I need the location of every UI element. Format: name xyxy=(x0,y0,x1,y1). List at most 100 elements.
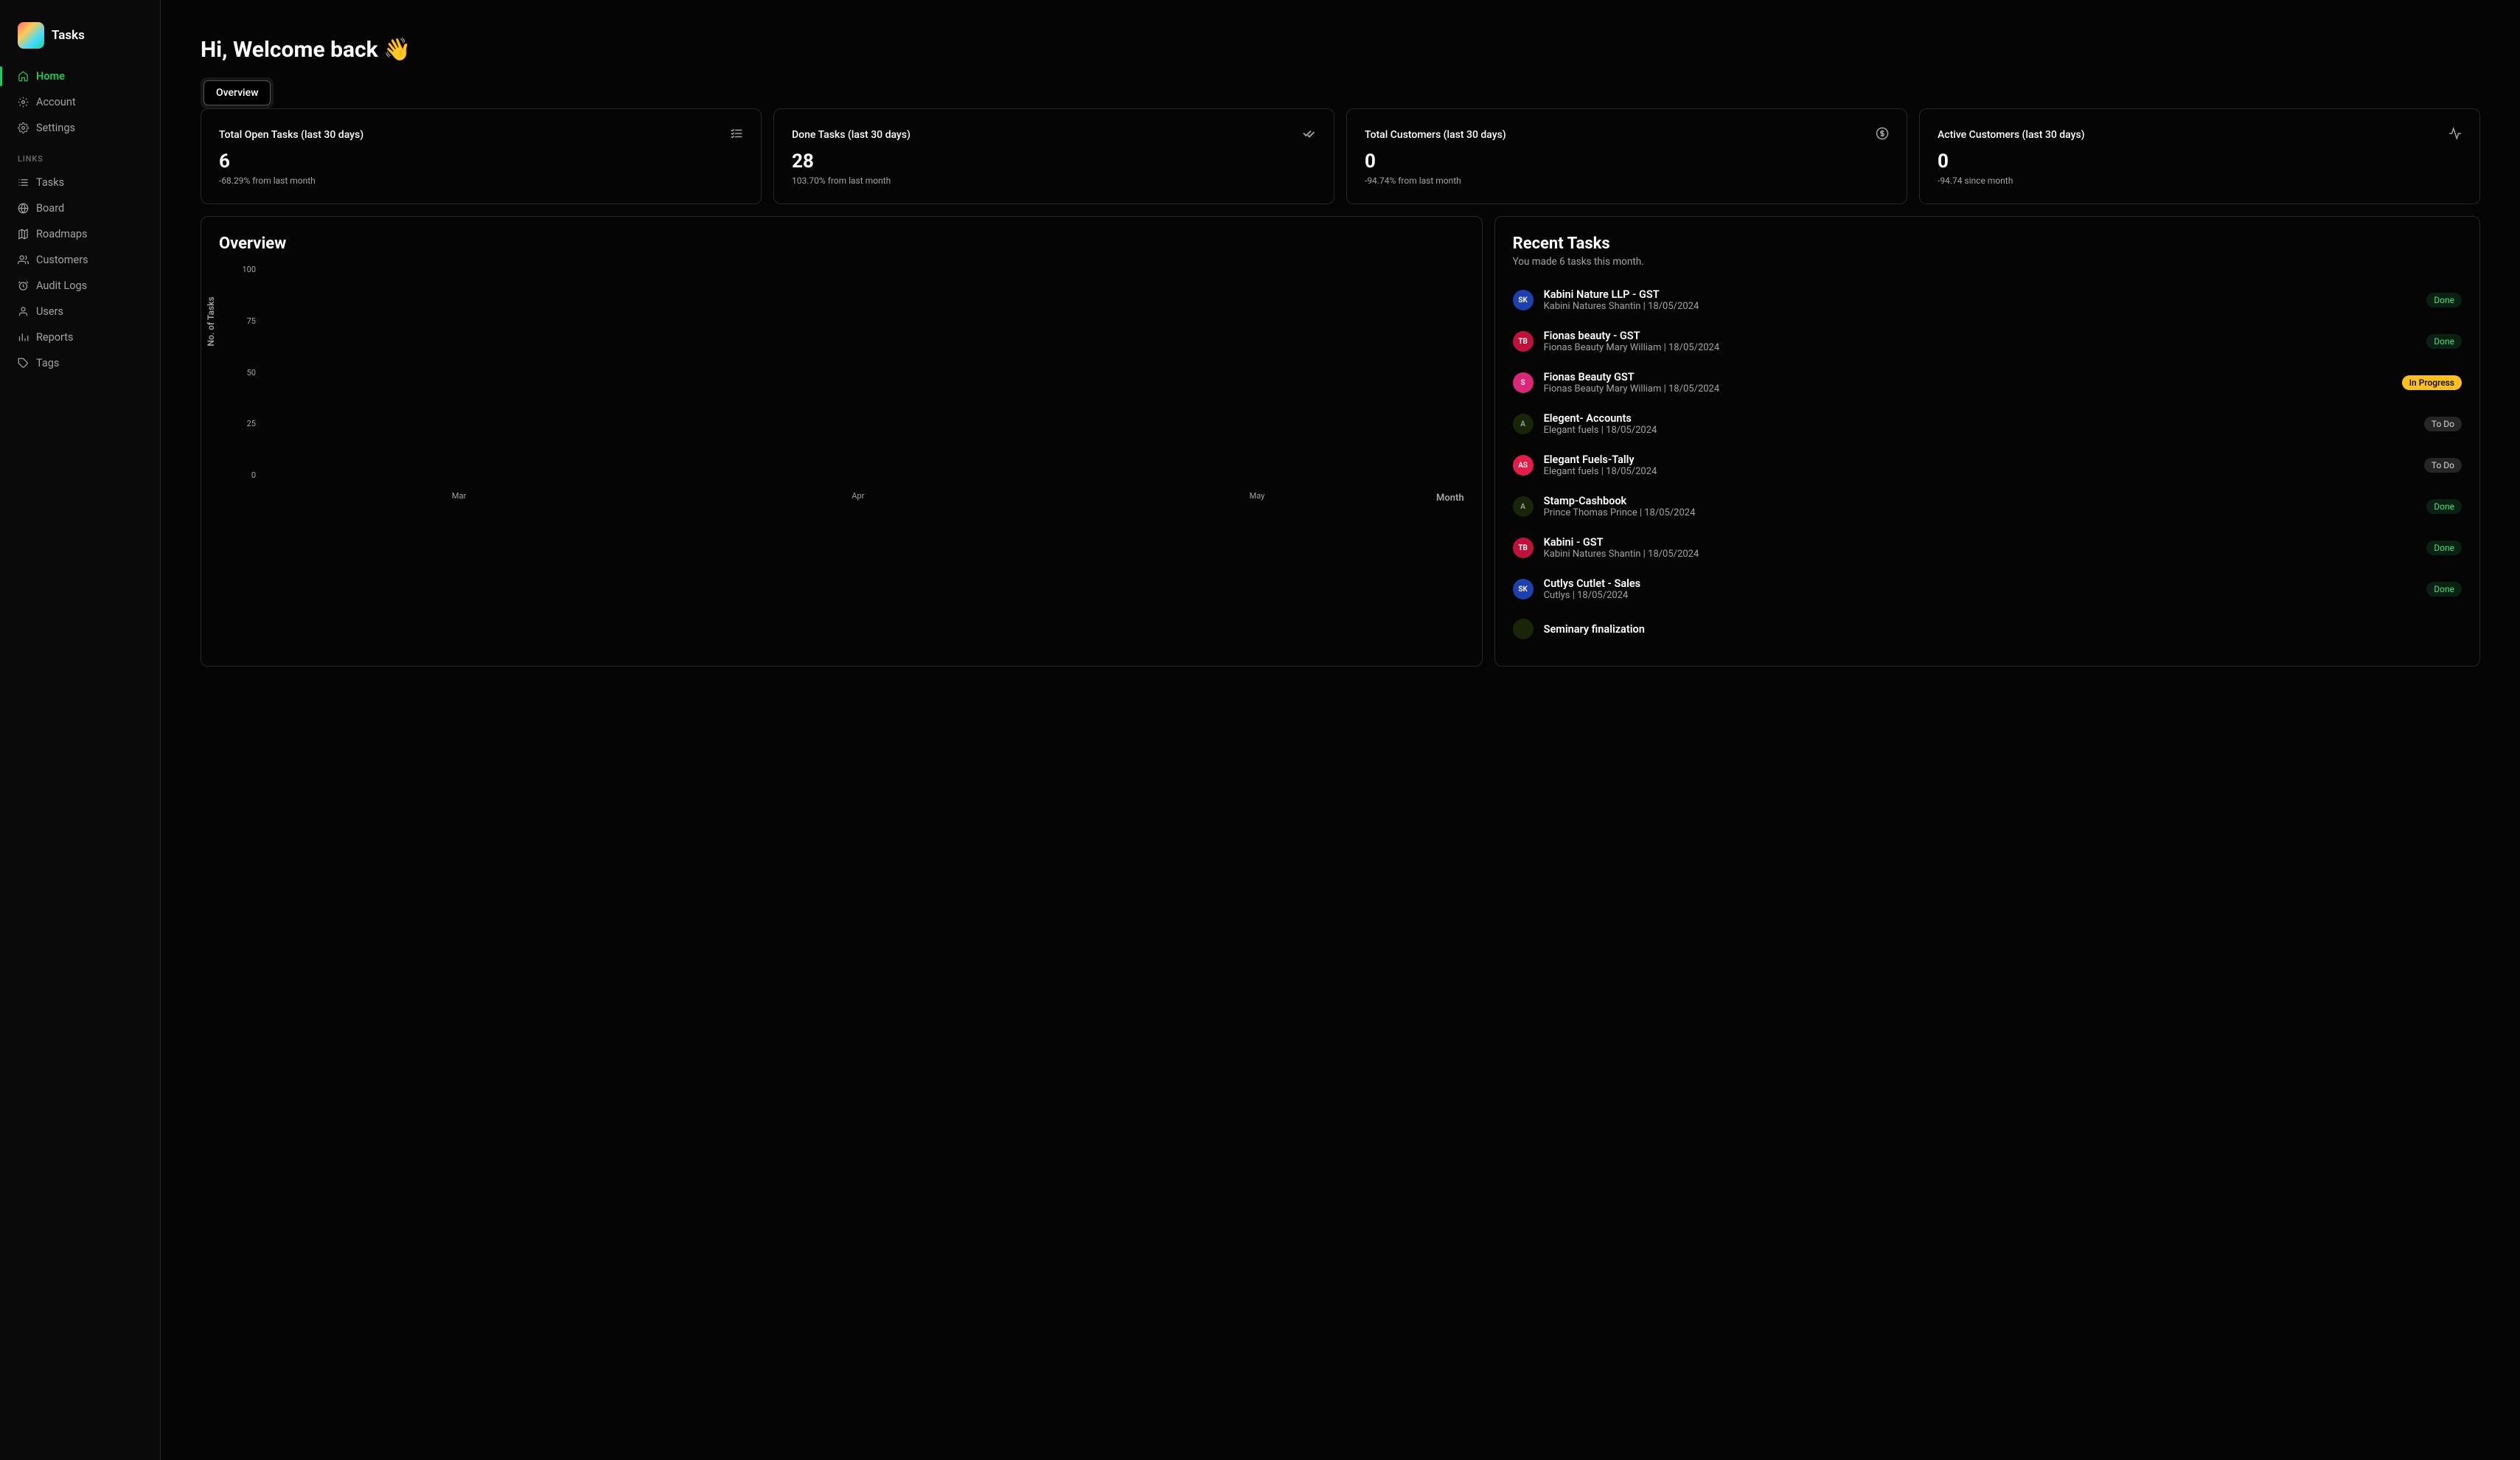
sidebar-item-reports[interactable]: Reports xyxy=(0,324,160,350)
status-badge: Done xyxy=(2426,334,2462,349)
y-tick: 75 xyxy=(247,316,256,326)
stat-change: -68.29% from last month xyxy=(219,175,743,186)
nav-settings[interactable]: Settings xyxy=(0,115,160,141)
task-row[interactable]: SKKabini Nature LLP - GSTKabini Natures … xyxy=(1513,279,2462,321)
task-title: Kabini - GST xyxy=(1544,536,2417,549)
task-title: Elegant Fuels-Tally xyxy=(1544,453,2414,466)
sidebar-item-label: Roadmaps xyxy=(36,228,88,240)
task-row[interactable]: AElegent- AccountsElegant fuels | 18/05/… xyxy=(1513,403,2462,445)
status-badge: Done xyxy=(2426,582,2462,597)
nav-label: Home xyxy=(36,70,65,83)
brand[interactable]: Tasks xyxy=(0,0,160,63)
y-tick: 25 xyxy=(247,419,256,428)
task-subtitle: Elegant fuels | 18/05/2024 xyxy=(1544,466,2414,477)
task-subtitle: Cutlys | 18/05/2024 xyxy=(1544,590,2417,601)
stat-card-1: Done Tasks (last 30 days)28103.70% from … xyxy=(773,108,1334,204)
overview-chart: No. of Tasks 1007550250 MarAprMay Month xyxy=(219,265,1464,501)
nav-label: Account xyxy=(36,96,76,108)
status-badge: Done xyxy=(2426,540,2462,555)
nav-account[interactable]: Account xyxy=(0,89,160,115)
status-badge: To Do xyxy=(2424,417,2462,431)
gear-icon xyxy=(18,97,29,108)
stat-card-0: Total Open Tasks (last 30 days) 6 -68.29% … xyxy=(201,108,762,204)
sidebar-item-label: Tags xyxy=(36,357,59,369)
task-title: Cutlys Cutlet - Sales xyxy=(1544,577,2417,590)
task-subtitle: Fionas Beauty Mary William | 18/05/2024 xyxy=(1544,383,2392,394)
page-title: Hi, Welcome back 👋 xyxy=(201,37,2480,63)
list-check-icon xyxy=(730,127,743,143)
avatar: SK xyxy=(1513,290,1534,310)
task-title: Seminary finalization xyxy=(1544,623,2462,636)
task-row[interactable]: SK Cutlys Cutlet - SalesCutlys | 18/05/20… xyxy=(1513,569,2462,610)
recent-tasks-card: Recent Tasks You made 6 tasks this month… xyxy=(1494,216,2480,667)
nav-home[interactable]: Home xyxy=(0,63,160,89)
task-row[interactable]: AS Elegant Fuels-TallyElegant fuels | 18/… xyxy=(1513,445,2462,486)
avatar: SK xyxy=(1513,579,1534,599)
avatar xyxy=(1513,619,1534,639)
status-badge: In Progress xyxy=(2402,375,2462,390)
sidebar-item-roadmaps[interactable]: Roadmaps xyxy=(0,221,160,247)
task-title: Fionas beauty - GST xyxy=(1544,330,2417,342)
chart-y-ticks: 1007550250 xyxy=(234,265,256,480)
task-title: Fionas Beauty GST xyxy=(1544,371,2392,383)
sidebar-item-board[interactable]: Board xyxy=(0,195,160,221)
sidebar-item-label: Customers xyxy=(36,254,88,266)
tab-overview-label: Overview xyxy=(216,87,258,99)
sidebar: Tasks Home Account Settings LINKS Tasks Boa… xyxy=(0,0,161,1460)
stat-label: Total Open Tasks (last 30 days) xyxy=(219,129,363,141)
task-row[interactable]: TBFionas beauty - GSTFionas Beauty Mary … xyxy=(1513,321,2462,362)
task-row[interactable]: Seminary finalization xyxy=(1513,610,2462,648)
stat-card-3: Active Customers (last 30 days)0-94.74 s… xyxy=(1919,108,2480,204)
avatar: A xyxy=(1513,414,1534,434)
y-tick: 100 xyxy=(242,265,256,274)
status-badge: Done xyxy=(2426,293,2462,307)
clock-icon xyxy=(18,280,29,291)
user-icon xyxy=(18,306,29,317)
recent-tasks-list: SKKabini Nature LLP - GSTKabini Natures … xyxy=(1513,279,2462,648)
avatar: A xyxy=(1513,496,1534,517)
status-badge: Done xyxy=(2426,499,2462,514)
x-tick-apr: Apr xyxy=(690,491,1026,501)
stat-change: -94.74% from last month xyxy=(1365,175,1889,186)
overview-title: Overview xyxy=(219,234,1464,253)
task-title: Stamp-Cashbook xyxy=(1544,495,2417,507)
sidebar-item-users[interactable]: Users xyxy=(0,299,160,324)
sidebar-item-audit-logs[interactable]: Audit Logs xyxy=(0,273,160,299)
chart-x-labels: MarAprMay xyxy=(260,487,1457,501)
globe-icon xyxy=(18,203,29,214)
overview-card: Overview No. of Tasks 1007550250 MarAprM… xyxy=(201,216,1483,667)
sidebar-item-label: Audit Logs xyxy=(36,279,87,292)
recent-tasks-title: Recent Tasks xyxy=(1513,234,2462,253)
links-section-heading: LINKS xyxy=(0,141,160,170)
avatar: S xyxy=(1513,372,1534,393)
sidebar-item-label: Board xyxy=(36,202,64,215)
bar-icon xyxy=(18,332,29,343)
stat-value: 28 xyxy=(792,150,1316,173)
task-subtitle: Elegant fuels | 18/05/2024 xyxy=(1544,425,2414,436)
chart-x-axis-label: Month xyxy=(1436,493,1464,504)
chart-bars xyxy=(260,265,1457,480)
stats-row: Total Open Tasks (last 30 days) 6 -68.29% … xyxy=(201,108,2480,204)
task-row[interactable]: TBKabini - GSTKabini Natures Shantin | 1… xyxy=(1513,527,2462,569)
activity-icon xyxy=(2448,127,2462,143)
stat-label: Done Tasks (last 30 days) xyxy=(792,129,911,141)
sidebar-item-tasks[interactable]: Tasks xyxy=(0,170,160,195)
task-row[interactable]: S Fionas Beauty GSTFionas Beauty Mary Wil… xyxy=(1513,362,2462,403)
avatar: AS xyxy=(1513,455,1534,476)
dollar-icon xyxy=(1876,127,1889,143)
sidebar-item-label: Tasks xyxy=(36,176,64,189)
sidebar-item-customers[interactable]: Customers xyxy=(0,247,160,273)
stat-value: 6 xyxy=(219,150,743,173)
brand-name: Tasks xyxy=(52,28,85,43)
task-row[interactable]: A Stamp-CashbookPrince Thomas Prince | 18… xyxy=(1513,486,2462,527)
sidebar-item-tags[interactable]: Tags xyxy=(0,350,160,376)
avatar: TB xyxy=(1513,538,1534,558)
brand-logo-icon xyxy=(18,22,44,49)
tab-overview[interactable]: Overview xyxy=(203,80,271,105)
avatar: TB xyxy=(1513,331,1534,352)
status-badge: To Do xyxy=(2424,458,2462,473)
task-subtitle: Prince Thomas Prince | 18/05/2024 xyxy=(1544,507,2417,518)
sliders-icon xyxy=(18,122,29,133)
main-content: Hi, Welcome back 👋 Overview Total Open T… xyxy=(161,0,2520,1460)
sidebar-item-label: Users xyxy=(36,305,63,318)
